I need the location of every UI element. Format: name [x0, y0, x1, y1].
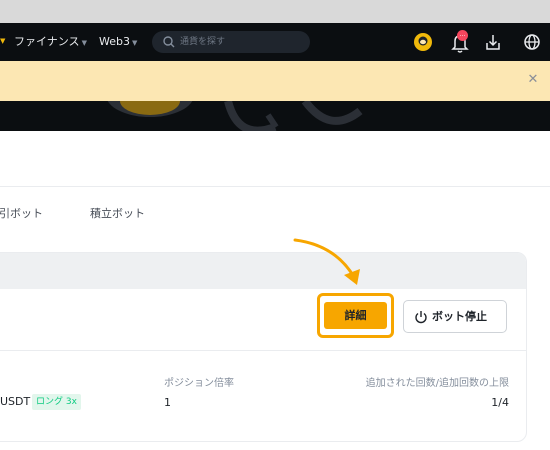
long-leverage-badge: ロング 3x: [32, 394, 81, 410]
window-top-strip: [0, 0, 550, 23]
close-icon[interactable]: ✕: [524, 71, 542, 89]
nav-item-web3[interactable]: Web3 ▼: [99, 23, 137, 61]
detail-button[interactable]: 詳細: [324, 302, 387, 329]
power-icon: [415, 311, 427, 324]
bot-card-header: [0, 253, 526, 289]
stop-bot-label: ボット停止: [432, 310, 487, 323]
hero-banner: [0, 101, 550, 131]
top-navbar: ▼ ファイナンス ▼ Web3 ▼ 通貨を探す ...: [0, 23, 550, 61]
avatar[interactable]: [414, 33, 432, 51]
nav-item-label: Web3: [99, 35, 130, 48]
leverage-label: ポジション倍率: [164, 378, 234, 389]
chevron-down-icon: ▼: [81, 39, 87, 47]
chevron-down-icon: ▼: [131, 39, 138, 47]
nav-item-finance[interactable]: ファイナンス ▼: [14, 23, 87, 61]
search-icon: [163, 36, 175, 48]
bot-card: [0, 252, 527, 442]
globe-icon[interactable]: [523, 33, 541, 51]
tab-trading-bot[interactable]: 取引ボット: [0, 205, 43, 221]
hero-decoration: [107, 101, 363, 131]
nav-item-label: ファイナンス: [14, 35, 80, 48]
add-count-label: 追加された回数/追加回数の上限: [365, 378, 509, 389]
search-input[interactable]: 通貨を探す: [152, 31, 310, 53]
notification-badge: ...: [457, 30, 468, 41]
search-placeholder: 通貨を探す: [180, 37, 226, 47]
detail-button-highlight: 詳細: [317, 293, 394, 338]
pointer-arrow-icon: [293, 238, 360, 285]
leverage-value: 1: [164, 396, 171, 409]
add-count-value: 1/4: [491, 396, 509, 409]
stop-bot-button[interactable]: ボット停止: [403, 300, 507, 333]
menu-caret-icon[interactable]: ▼: [0, 37, 5, 45]
card-divider: [0, 350, 526, 351]
announcement-banner: ✕: [0, 61, 550, 101]
download-icon[interactable]: [484, 33, 502, 51]
trading-pair: USDT: [0, 395, 31, 408]
tab-auto-invest-bot[interactable]: 積立ボット: [90, 205, 145, 221]
section-divider: [0, 186, 550, 187]
